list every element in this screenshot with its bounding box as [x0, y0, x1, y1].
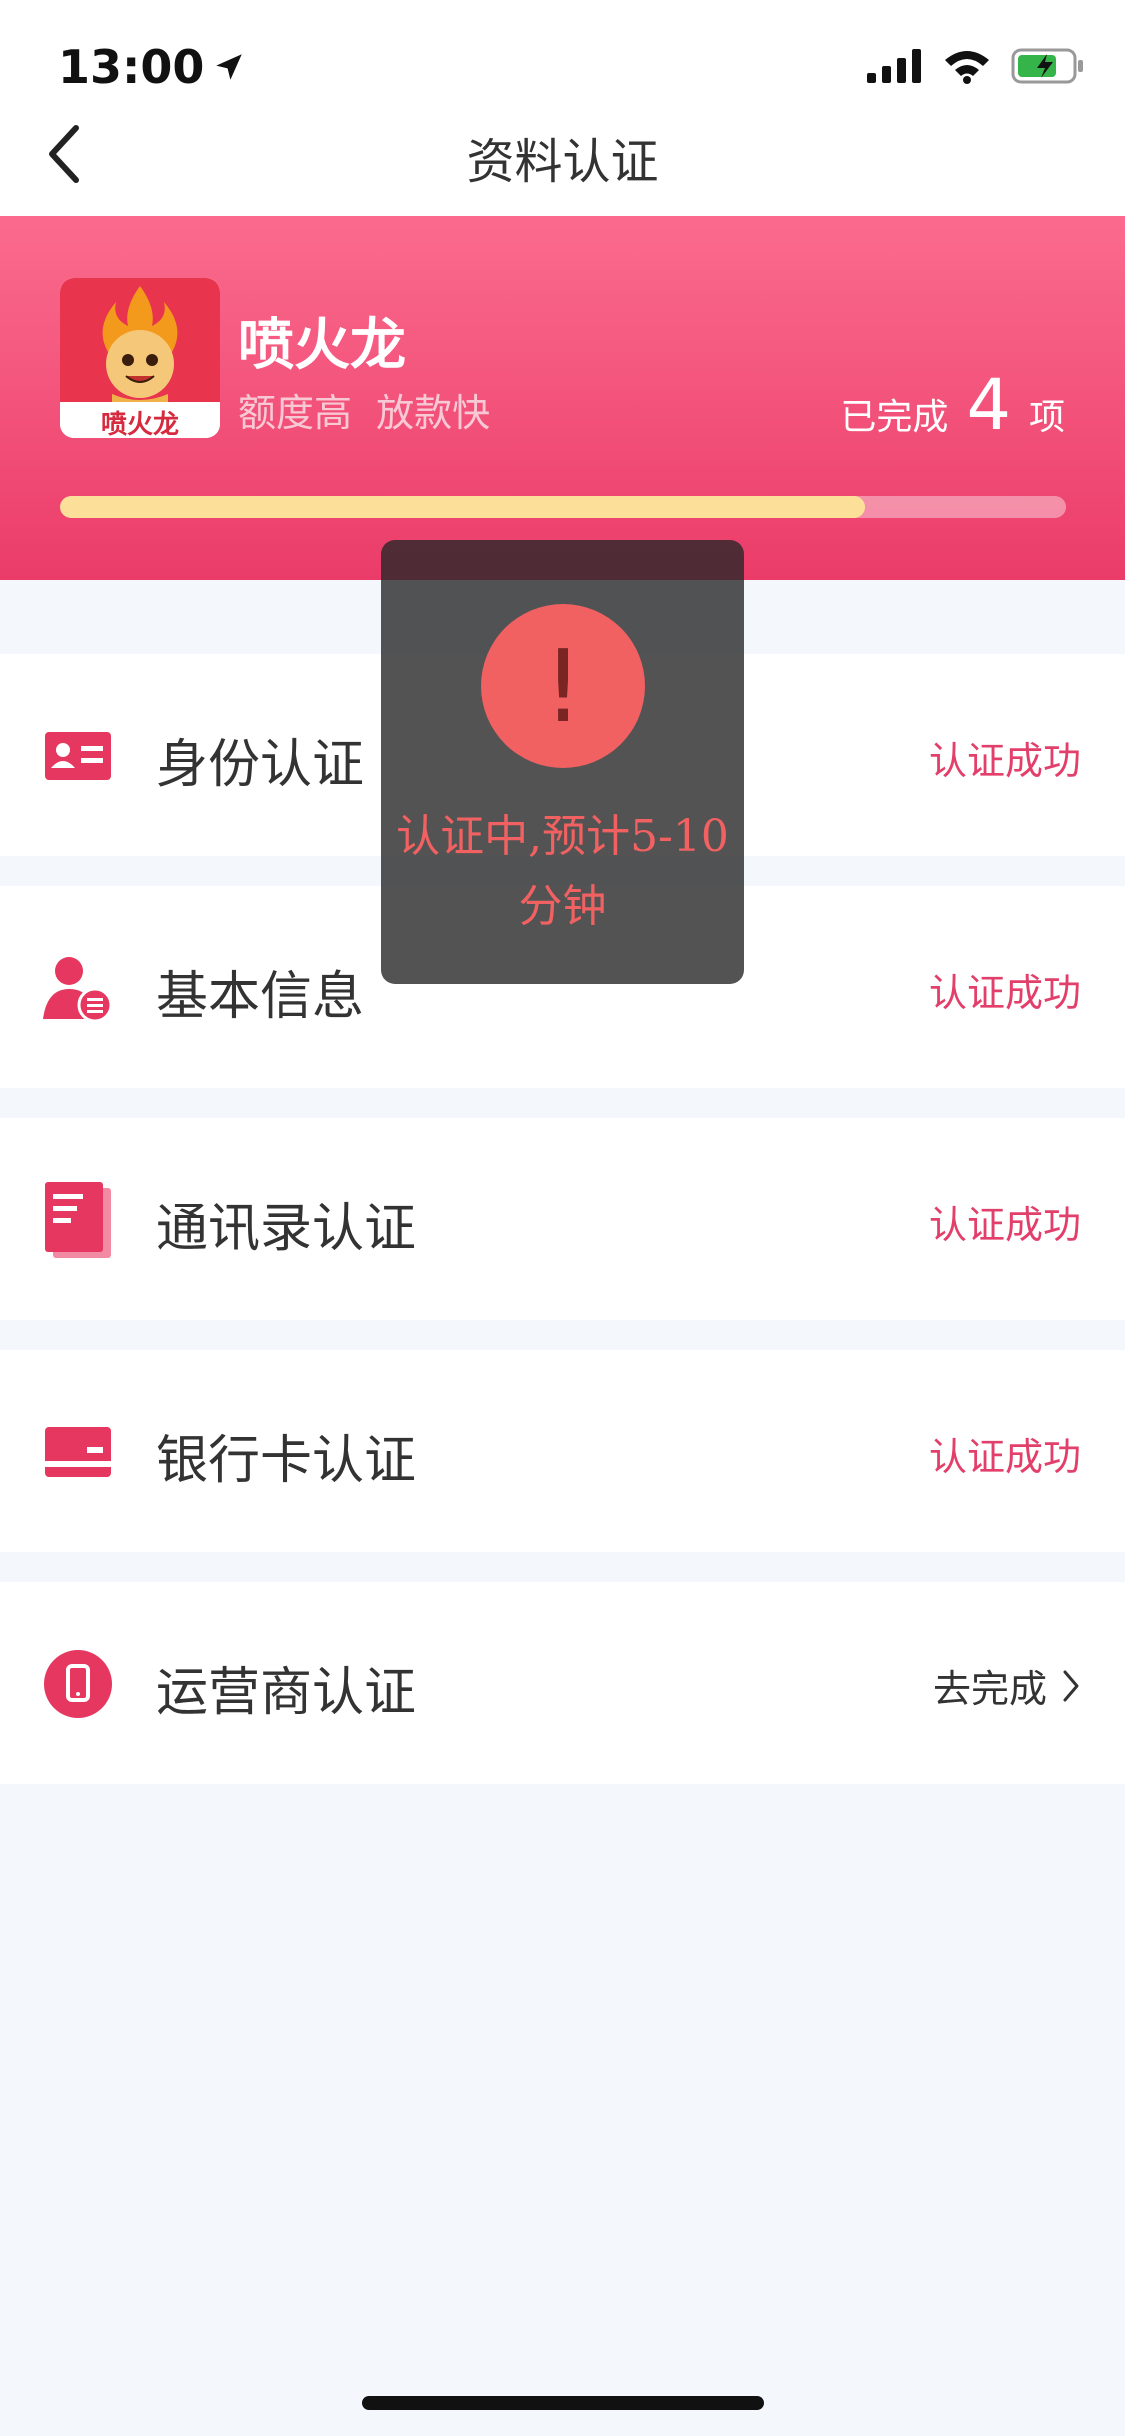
user-info-icon — [42, 952, 114, 1024]
status-time: 13:00 — [58, 40, 246, 94]
location-arrow-icon — [216, 54, 243, 80]
nav-bar: 资料认证 — [0, 100, 1125, 216]
progress-bar — [60, 496, 1066, 518]
list-item-label: 通讯录认证 — [156, 1199, 417, 1259]
wifi-icon — [945, 51, 989, 84]
go-complete-label: 去完成 — [932, 1667, 1047, 1711]
list-item-contacts[interactable]: 通讯录认证 认证成功 — [0, 1118, 1125, 1320]
bank-card-icon — [42, 1416, 114, 1488]
list-item-label: 运营商认证 — [156, 1663, 417, 1723]
list-item-bank-card[interactable]: 银行卡认证 认证成功 — [0, 1350, 1125, 1552]
progress-fill — [60, 496, 865, 518]
chevron-right-icon — [1063, 1670, 1079, 1701]
toast-symbol: ! — [542, 627, 584, 745]
completed-counter: 已完成 4 项 — [840, 364, 1065, 446]
contacts-book-icon — [42, 1182, 114, 1258]
home-indicator — [362, 2396, 764, 2410]
phone-icon — [42, 1648, 114, 1720]
page-title: 资料认证 — [466, 134, 659, 190]
app-logo: 喷火龙 — [60, 278, 220, 438]
list-item-label: 银行卡认证 — [156, 1431, 417, 1491]
status-icons — [867, 48, 1085, 84]
status-badge: 认证成功 — [928, 739, 1081, 783]
signal-icon — [867, 49, 921, 83]
completed-count: 4 — [966, 364, 1011, 446]
toast-message: 认证中,预计5-10分钟 — [396, 811, 729, 932]
completed-unit: 项 — [1028, 397, 1065, 438]
list-item-carrier[interactable]: 运营商认证 去完成 — [0, 1582, 1125, 1784]
list-item-label: 基本信息 — [156, 967, 365, 1027]
hero-banner: 喷火龙 喷火龙 额度高 放款快 已完成 4 项 — [0, 216, 1125, 580]
list-item-label: 身份认证 — [156, 735, 365, 795]
completed-label: 已完成 — [840, 397, 949, 438]
status-badge: 认证成功 — [928, 1435, 1081, 1479]
toast-overlay: ! 认证中,预计5-10分钟 — [381, 540, 744, 984]
status-badge: 认证成功 — [928, 971, 1081, 1015]
logo-text: 喷火龙 — [100, 410, 179, 438]
battery-icon — [1011, 48, 1083, 84]
go-complete-link[interactable]: 去完成 — [933, 1658, 1081, 1713]
brand-tagline: 额度高 放款快 — [238, 391, 491, 435]
id-card-icon — [42, 720, 114, 792]
status-time-text: 13:00 — [58, 40, 205, 94]
brand-name: 喷火龙 — [238, 313, 406, 378]
alert-exclamation-icon: ! — [481, 604, 645, 768]
status-badge: 认证成功 — [928, 1203, 1081, 1247]
